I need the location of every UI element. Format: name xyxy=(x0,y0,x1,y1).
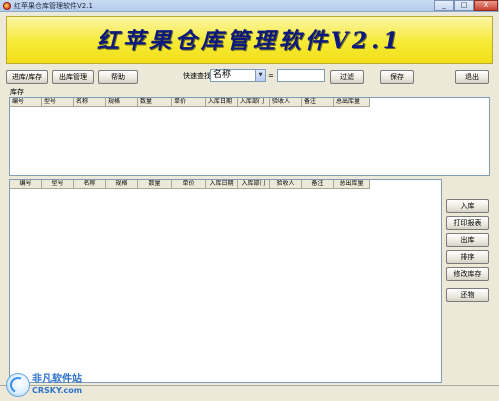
banner-title: 红苹果仓库管理软件V2.1 xyxy=(96,28,403,54)
column-header[interactable]: 验收人 xyxy=(270,98,302,107)
stock-out-management-button[interactable]: 出库管理 xyxy=(52,70,94,84)
column-header[interactable]: 型号 xyxy=(42,98,74,107)
column-header[interactable]: 数量 xyxy=(138,98,172,107)
column-header[interactable]: 备注 xyxy=(302,180,334,189)
inventory-section-label: 库存 xyxy=(10,88,24,96)
column-header[interactable]: 规格 xyxy=(106,98,138,107)
return-goods-button[interactable]: 还物 xyxy=(446,288,489,302)
column-header[interactable]: 名称 xyxy=(74,98,106,107)
column-header[interactable]: 入库日期 xyxy=(206,98,238,107)
column-header[interactable]: 单价 xyxy=(172,180,206,189)
column-header[interactable]: 规格 xyxy=(106,180,138,189)
apple-app-icon xyxy=(3,2,11,10)
chevron-down-icon[interactable]: ▼ xyxy=(255,70,265,81)
column-header[interactable]: 数量 xyxy=(138,180,172,189)
column-header[interactable]: 名称 xyxy=(74,180,106,189)
column-header[interactable]: 备注 xyxy=(302,98,334,107)
maximize-button[interactable]: □ xyxy=(454,0,474,11)
watermark-name: 非凡软件站 xyxy=(32,374,82,385)
column-header[interactable]: 总出库量 xyxy=(334,98,370,107)
close-button[interactable]: X xyxy=(474,0,498,11)
column-header[interactable]: 编号 xyxy=(10,180,42,189)
column-header[interactable]: 总出库量 xyxy=(334,180,370,189)
filter-button[interactable]: 过滤 xyxy=(330,70,364,84)
title-bar: 红苹果仓库管理软件V2.1 _ □ X xyxy=(0,0,499,12)
column-header[interactable]: 入库部门 xyxy=(238,180,270,189)
details-grid-header: 编号 型号 名称 规格 数量 单价 入库日期 入库部门 验收人 备注 总出库量 xyxy=(10,180,441,189)
column-header[interactable]: 验收人 xyxy=(270,180,302,189)
help-button[interactable]: 帮助 xyxy=(98,70,138,84)
stock-out-button[interactable]: 出库 xyxy=(446,233,489,247)
inventory-grid[interactable]: 编号 型号 名称 规格 数量 单价 入库日期 入库部门 验收人 备注 总出库量 xyxy=(9,97,490,176)
save-button[interactable]: 保存 xyxy=(380,70,414,84)
search-input[interactable] xyxy=(277,69,325,82)
sort-button[interactable]: 排序 xyxy=(446,250,489,264)
search-field-select[interactable]: 名称 ▼ xyxy=(210,69,266,82)
banner: 红苹果仓库管理软件V2.1 xyxy=(6,16,493,64)
column-header[interactable]: 型号 xyxy=(42,180,74,189)
column-header[interactable]: 单价 xyxy=(172,98,206,107)
column-header[interactable]: 入库部门 xyxy=(238,98,270,107)
search-field-value: 名称 xyxy=(213,70,232,80)
exit-button[interactable]: 退出 xyxy=(455,70,489,84)
watermark-url: CRSKY.com xyxy=(32,386,83,395)
print-report-button[interactable]: 打印报表 xyxy=(446,216,489,230)
column-header[interactable]: 入库日期 xyxy=(206,180,238,189)
modify-stock-button[interactable]: 修改库存 xyxy=(446,267,489,281)
inventory-grid-header: 编号 型号 名称 规格 数量 单价 入库日期 入库部门 验收人 备注 总出库量 xyxy=(10,98,489,107)
window-title: 红苹果仓库管理软件V2.1 xyxy=(14,2,93,10)
quick-search-label: 快速查找 xyxy=(183,72,211,80)
minimize-button[interactable]: _ xyxy=(434,0,454,11)
column-header[interactable]: 编号 xyxy=(10,98,42,107)
details-grid[interactable]: 编号 型号 名称 规格 数量 单价 入库日期 入库部门 验收人 备注 总出库量 xyxy=(9,179,442,383)
stock-in-button[interactable]: 入库 xyxy=(446,199,489,213)
stock-in-out-button[interactable]: 进库/库存 xyxy=(6,70,48,84)
equals-label: = xyxy=(268,72,274,80)
